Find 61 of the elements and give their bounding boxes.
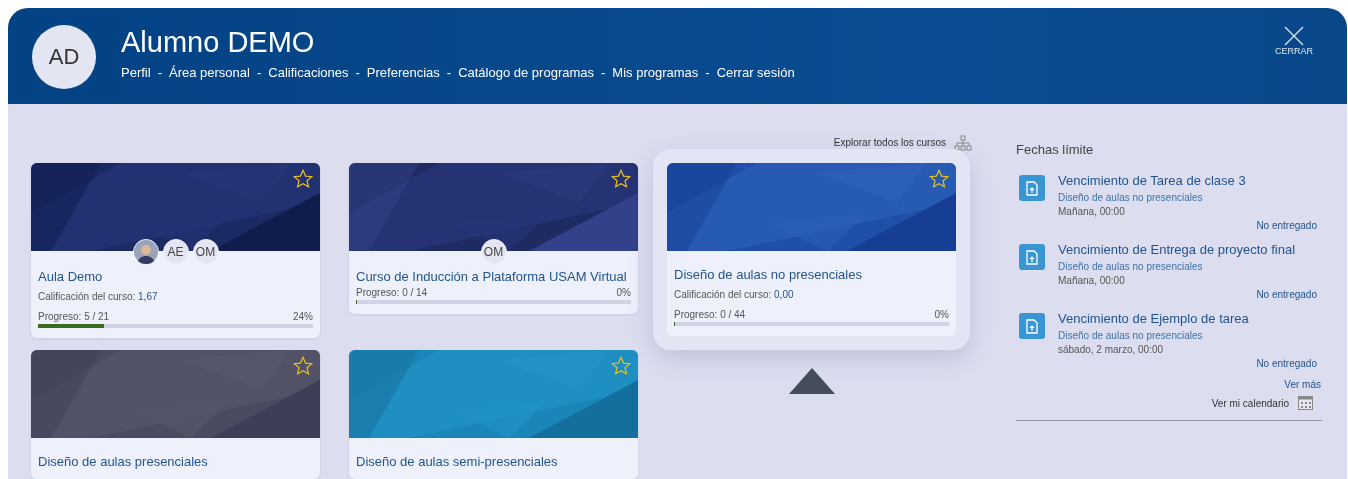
- course-card[interactable]: OM Curso de Inducción a Plataforma USAM Virtual Progreso: 0 / 14 0%: [349, 163, 638, 314]
- triangle-icon[interactable]: [788, 368, 835, 394]
- progress-percent: 0%: [934, 309, 949, 320]
- sitemap-icon: [954, 134, 972, 151]
- nav-link[interactable]: Perfil: [121, 65, 151, 80]
- deadline-title[interactable]: Vencimiento de Ejemplo de tarea: [1058, 311, 1249, 326]
- calendar-link[interactable]: Ver mi calendario: [1211, 397, 1289, 409]
- progress-percent: 0%: [616, 287, 631, 298]
- deadline-date: sábado, 2 marzo, 00:00: [1058, 344, 1165, 355]
- course-link[interactable]: Diseño de aulas no presenciales: [1058, 192, 1203, 203]
- course-card[interactable]: AE OM Aula Demo Calificación del curso: 1,67 Progreso: 5 / 21 24%: [31, 163, 320, 338]
- nav-link[interactable]: Área personal: [168, 65, 250, 80]
- nav-link[interactable]: Calificaciones: [268, 65, 349, 80]
- progress-label: Progreso: 5 / 21: [38, 311, 110, 322]
- separator: -: [157, 65, 162, 80]
- favorite-star-icon[interactable]: [610, 168, 632, 190]
- submission-status: No entregado: [1256, 289, 1317, 300]
- nav-link[interactable]: Cerrar sesión: [716, 65, 795, 80]
- favorite-star-icon[interactable]: [928, 168, 950, 190]
- course-title[interactable]: Aula Demo: [38, 269, 103, 284]
- close-icon: [1283, 26, 1305, 46]
- course-grade: Calificación del curso: 1,67: [38, 291, 159, 302]
- deadline-date: Mañana, 00:00: [1058, 206, 1126, 217]
- close-button[interactable]: CERRAR: [1275, 26, 1313, 56]
- see-more-link[interactable]: Ver más: [1284, 379, 1321, 390]
- assignment-icon: [1019, 313, 1045, 339]
- nav-link[interactable]: Catálogo de programas: [458, 65, 594, 80]
- calendar-icon[interactable]: [1298, 396, 1313, 410]
- progress-percent: 24%: [293, 311, 313, 322]
- course-title[interactable]: Curso de Inducción a Plataforma USAM Virtual: [356, 269, 627, 284]
- separator: -: [355, 65, 360, 80]
- separator: -: [601, 65, 606, 80]
- course-title[interactable]: Diseño de aulas no presenciales: [674, 267, 862, 282]
- favorite-star-icon[interactable]: [610, 355, 632, 377]
- course-card[interactable]: Diseño de aulas presenciales: [31, 350, 320, 479]
- progress-label: Progreso: 0 / 14: [356, 287, 428, 298]
- favorite-star-icon[interactable]: [292, 168, 314, 190]
- user-avatar: AD: [32, 25, 96, 89]
- course-title[interactable]: Diseño de aulas presenciales: [38, 454, 208, 469]
- course-grade: Calificación del curso: 0,00: [674, 289, 795, 300]
- user-name: Alumno DEMO: [121, 26, 315, 59]
- section-title: Fechas límite: [1016, 142, 1094, 157]
- course-link[interactable]: Diseño de aulas no presenciales: [1058, 330, 1203, 341]
- submission-status: No entregado: [1256, 358, 1317, 369]
- submission-status: No entregado: [1256, 220, 1317, 231]
- assignment-icon: [1019, 175, 1045, 201]
- progress-label: Progreso: 0 / 44: [674, 309, 746, 320]
- course-link[interactable]: Diseño de aulas no presenciales: [1058, 261, 1203, 272]
- separator: -: [705, 65, 710, 80]
- explore-courses-link[interactable]: Explorar todos los cursos: [833, 137, 946, 148]
- nav-link[interactable]: Preferencias: [366, 65, 440, 80]
- separator: -: [446, 65, 452, 80]
- favorite-star-icon[interactable]: [292, 355, 314, 377]
- assignment-icon: [1019, 244, 1045, 270]
- nav-link[interactable]: Mis programas: [612, 65, 699, 80]
- deadline-date: Mañana, 00:00: [1058, 275, 1126, 286]
- course-card[interactable]: Diseño de aulas semi-presenciales: [349, 350, 638, 479]
- deadline-title[interactable]: Vencimiento de Entrega de proyecto final: [1058, 242, 1296, 257]
- course-title[interactable]: Diseño de aulas semi-presenciales: [356, 454, 558, 469]
- deadline-title[interactable]: Vencimiento de Tarea de clase 3: [1058, 173, 1246, 188]
- separator: -: [256, 65, 262, 80]
